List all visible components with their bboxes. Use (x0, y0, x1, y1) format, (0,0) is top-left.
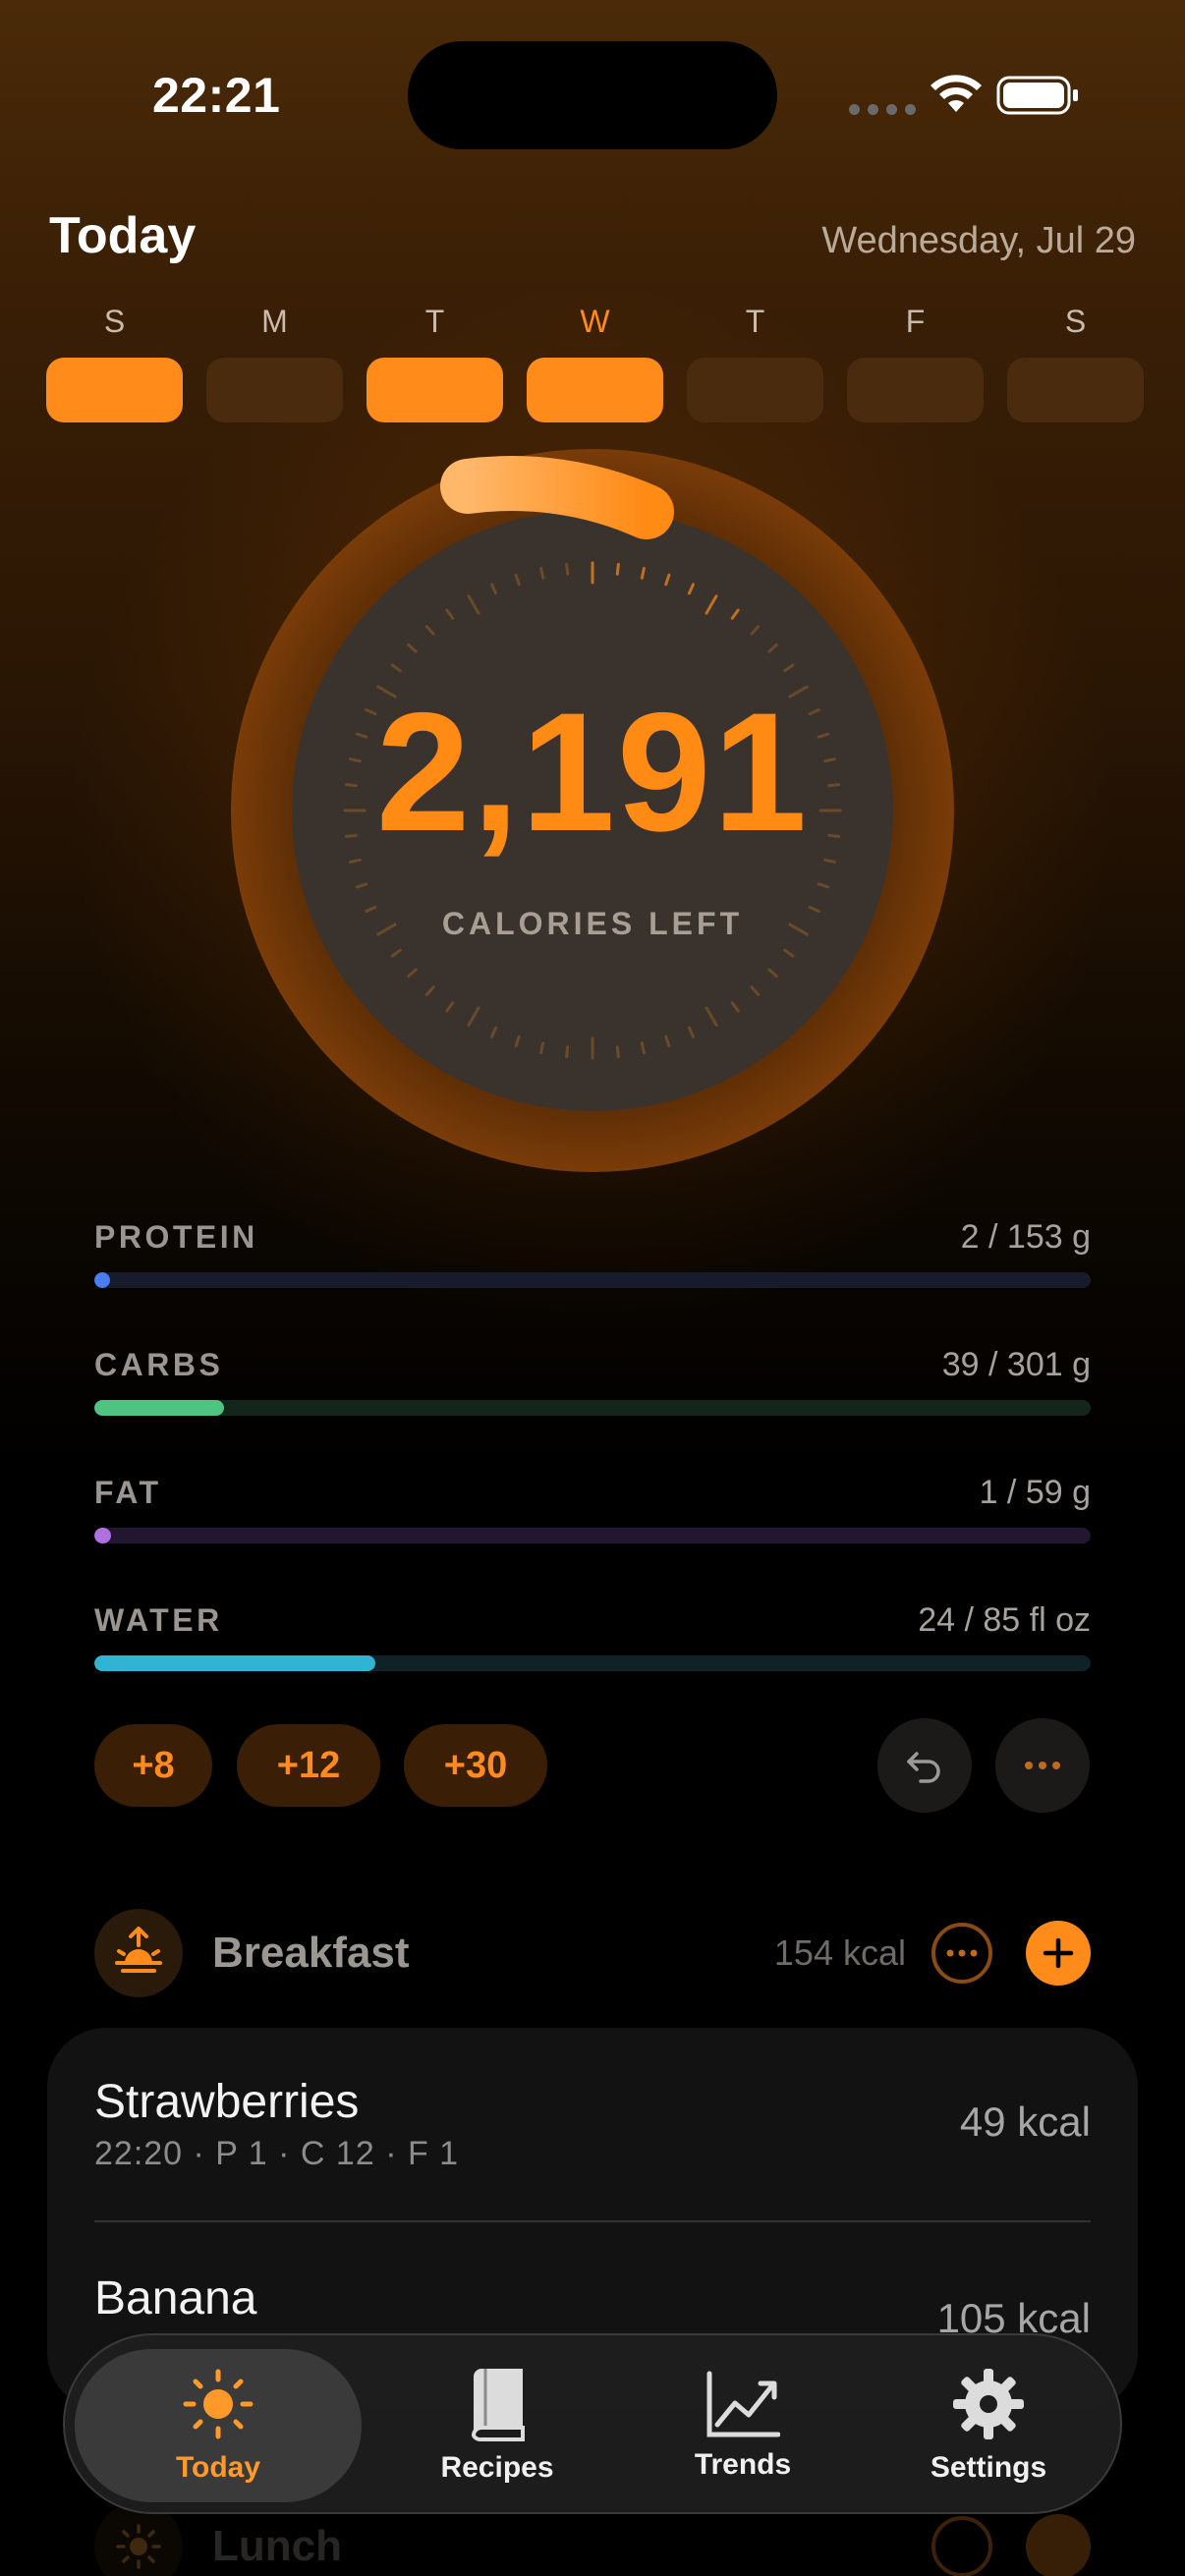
gear-icon (953, 2369, 1024, 2439)
add-food-button[interactable] (1026, 1921, 1091, 1986)
day-letter: T (745, 304, 765, 339)
progress-fill (94, 1655, 375, 1671)
tab-recipes[interactable]: Recipes (389, 2349, 605, 2502)
add-water-30-button[interactable]: +30 (404, 1724, 547, 1807)
day-pill[interactable] (367, 358, 503, 422)
day-thursday[interactable]: T (687, 300, 823, 422)
meal-kcal: 154 kcal (773, 1932, 906, 1973)
tab-label: Today (175, 2451, 261, 2484)
day-sunday[interactable]: S (46, 300, 183, 422)
meal-breakfast-header: Breakfast 154 kcal (94, 1909, 1091, 1997)
day-pill[interactable] (687, 358, 823, 422)
tab-bar: Today Recipes Trends Settings (63, 2333, 1122, 2514)
meal-title: Lunch (212, 2522, 342, 2570)
sunrise-icon (94, 1909, 183, 1997)
food-kcal: 49 kcal (959, 2099, 1091, 2145)
tab-trends[interactable]: Trends (645, 2349, 841, 2502)
more-icon (946, 1949, 978, 1957)
day-friday[interactable]: F (847, 300, 984, 422)
battery-icon (996, 76, 1078, 115)
macro-name: FAT (94, 1474, 162, 1510)
macro-name: CARBS (94, 1346, 224, 1382)
day-letter: F (905, 304, 926, 339)
more-icon (1025, 1762, 1060, 1769)
macro-value: 39 / 301 g (941, 1345, 1091, 1383)
dynamic-island (408, 41, 777, 149)
macro-value: 1 / 59 g (979, 1473, 1091, 1511)
tab-label: Trends (694, 2448, 792, 2481)
food-item[interactable]: Strawberries 22:20 · P 1 · C 12 · F 1 49… (94, 2075, 1091, 2173)
tab-settings[interactable]: Settings (880, 2349, 1097, 2502)
wifi-icon (931, 75, 982, 112)
macro-carbs: CARBS 39 / 301 g (94, 1343, 1091, 1416)
day-monday[interactable]: M (206, 300, 343, 422)
plus-icon (1043, 1937, 1074, 1969)
macro-name: WATER (94, 1601, 223, 1638)
macro-fat: FAT 1 / 59 g (94, 1471, 1091, 1543)
progress-track (94, 1272, 1091, 1288)
undo-icon (907, 1752, 940, 1783)
day-saturday[interactable]: S (1007, 300, 1144, 422)
progress-fill (94, 1400, 224, 1416)
add-water-12-button[interactable]: +12 (237, 1724, 380, 1807)
day-pill[interactable] (847, 358, 984, 422)
tab-today[interactable]: Today (75, 2349, 362, 2502)
book-icon (471, 2369, 525, 2441)
macro-value: 2 / 153 g (960, 1217, 1091, 1256)
food-name: Strawberries (94, 2076, 360, 2128)
week-selector: S M T W T F S (46, 300, 1144, 422)
day-letter: S (1064, 304, 1087, 339)
calories-left-label: CALORIES LEFT (441, 906, 744, 941)
current-date: Wednesday, Jul 29 (821, 220, 1136, 261)
day-letter: M (261, 304, 288, 339)
food-meta: 22:20 · P 1 · C 12 · F 1 (94, 2135, 460, 2172)
chart-icon (706, 2371, 780, 2437)
sun-icon (183, 2369, 254, 2439)
add-water-8-button[interactable]: +8 (94, 1724, 212, 1807)
undo-button[interactable] (877, 1718, 972, 1813)
macro-water: WATER 24 / 85 fl oz (94, 1598, 1091, 1671)
meal-more-button[interactable] (931, 2516, 992, 2576)
calories-left-value: 2,191 (375, 678, 810, 867)
water-more-button[interactable] (995, 1718, 1090, 1813)
day-pill[interactable] (527, 358, 663, 422)
progress-fill (94, 1528, 112, 1543)
meal-title: Breakfast (212, 1929, 410, 1977)
page-title: Today (49, 207, 197, 264)
macro-protein: PROTEIN 2 / 153 g (94, 1215, 1091, 1288)
progress-fill (94, 1272, 111, 1288)
tab-label: Recipes (440, 2451, 554, 2484)
meal-more-button[interactable] (931, 1923, 992, 1984)
macro-value: 24 / 85 fl oz (918, 1600, 1091, 1639)
day-letter: S (103, 304, 126, 339)
day-tuesday[interactable]: T (367, 300, 503, 422)
divider (94, 2220, 1091, 2222)
tab-label: Settings (930, 2451, 1047, 2484)
day-pill[interactable] (1007, 358, 1144, 422)
add-food-button[interactable] (1026, 2514, 1091, 2576)
progress-track (94, 1655, 1091, 1671)
progress-track (94, 1528, 1091, 1543)
cellular-signal-icon (849, 104, 916, 115)
day-letter: W (580, 304, 610, 339)
day-wednesday[interactable]: W (527, 300, 663, 422)
macro-name: PROTEIN (94, 1218, 258, 1255)
day-pill[interactable] (206, 358, 343, 422)
day-pill[interactable] (46, 358, 183, 422)
status-time: 22:21 (152, 68, 281, 123)
progress-track (94, 1400, 1091, 1416)
day-letter: T (424, 304, 445, 339)
